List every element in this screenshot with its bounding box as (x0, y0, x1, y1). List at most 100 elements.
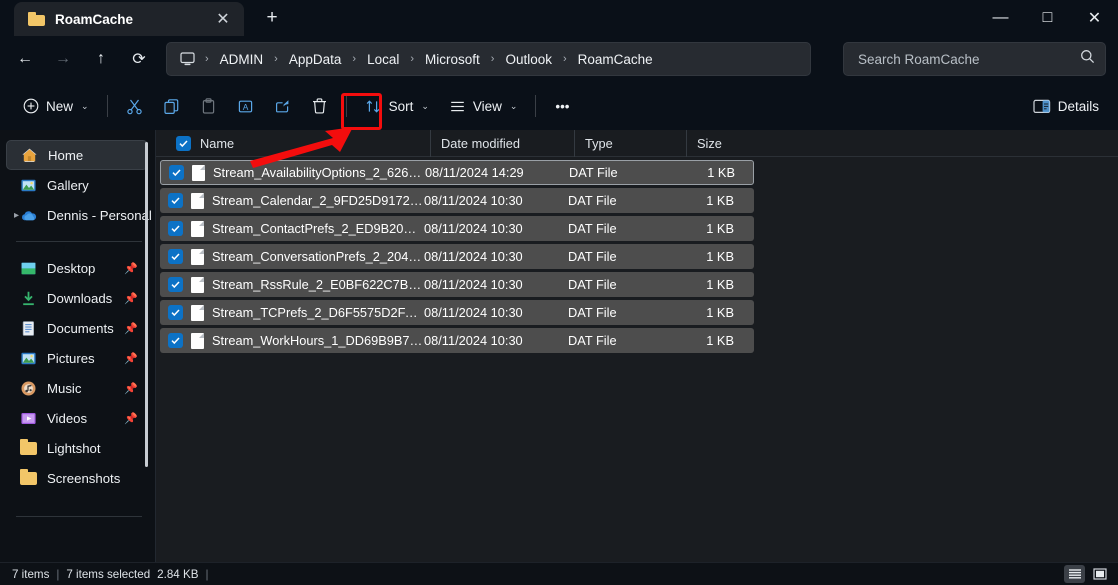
home-icon (21, 147, 38, 164)
column-header-type[interactable]: Type (574, 129, 686, 157)
tab-roamcache[interactable]: RoamCache ✕ (14, 2, 244, 36)
navigation-pane: Home Gallery ▸ Dennis - Personal Desktop… (0, 130, 156, 562)
this-pc-icon[interactable] (177, 52, 197, 66)
toolbar-divider (345, 95, 347, 117)
more-options-button[interactable]: ••• (545, 89, 579, 123)
table-row[interactable]: Stream_AvailabilityOptions_2_6267CC... 0… (160, 160, 754, 185)
maximize-button[interactable]: □ (1024, 0, 1071, 36)
sort-button[interactable]: Sort ⌄ (356, 89, 438, 123)
new-tab-button[interactable]: + (258, 4, 286, 32)
chevron-down-icon[interactable]: ⌄ (421, 101, 429, 112)
dat-file-icon (191, 248, 204, 265)
breadcrumb-item-admin[interactable]: ADMIN (213, 49, 271, 70)
sidebar-item-downloads[interactable]: Downloads 📌 (6, 283, 148, 313)
sidebar-item-screenshots[interactable]: Screenshots (6, 463, 148, 493)
row-checkbox[interactable] (168, 305, 183, 320)
file-type: DAT File (568, 193, 617, 208)
breadcrumb[interactable]: › ADMIN › AppData › Local › Microsoft › … (166, 42, 811, 76)
share-button[interactable] (265, 89, 300, 123)
table-row[interactable]: Stream_WorkHours_1_DD69B9B71F8D... 08/11… (160, 328, 754, 353)
table-row[interactable]: Stream_RssRule_2_E0BF622C7BD75A4F... 08/… (160, 272, 754, 297)
row-checkbox[interactable] (168, 277, 183, 292)
breadcrumb-item-appdata[interactable]: AppData (282, 49, 349, 70)
breadcrumb-item-local[interactable]: Local (360, 49, 406, 70)
details-pane-button[interactable]: Details (1024, 89, 1108, 123)
file-name-cell[interactable]: Stream_Calendar_2_9FD25D917207994... (160, 192, 424, 209)
item-count: 7 items (12, 567, 50, 581)
sort-button-label: Sort (388, 98, 414, 114)
file-name-cell[interactable]: Stream_ContactPrefs_2_ED9B20DAB5E... (160, 220, 424, 237)
sidebar-item-pictures[interactable]: Pictures 📌 (6, 343, 148, 373)
file-name-cell[interactable]: Stream_TCPrefs_2_D6F5575D2FA3374E... (160, 304, 424, 321)
file-name: Stream_AvailabilityOptions_2_6267CC... (213, 165, 425, 180)
pin-icon[interactable]: 📌 (124, 262, 138, 275)
sidebar-divider (16, 241, 142, 242)
pin-icon[interactable]: 📌 (124, 382, 138, 395)
close-tab-icon[interactable]: ✕ (210, 6, 236, 32)
file-list: Name Date modified Type Size Stream_Avai… (156, 129, 1118, 562)
dat-file-icon (191, 304, 204, 321)
new-button[interactable]: New ⌄ (14, 89, 98, 123)
row-checkbox[interactable] (168, 249, 183, 264)
cut-button[interactable] (117, 89, 152, 123)
sidebar-item-onedrive-dennis-personal[interactable]: ▸ Dennis - Personal (6, 200, 152, 230)
breadcrumb-item-outlook[interactable]: Outlook (498, 49, 559, 70)
folder-icon (20, 438, 37, 457)
row-checkbox[interactable] (168, 221, 183, 236)
row-checkbox[interactable] (169, 165, 184, 180)
copy-button[interactable] (154, 89, 189, 123)
column-header-date-modified[interactable]: Date modified (430, 129, 574, 157)
pin-icon[interactable]: 📌 (124, 322, 138, 335)
sidebar-item-documents[interactable]: Documents 📌 (6, 313, 148, 343)
sidebar-item-music[interactable]: Music 📌 (6, 373, 148, 403)
status-bar: 7 items | 7 items selected 2.84 KB | (0, 562, 1118, 585)
large-icons-view-icon[interactable] (1089, 565, 1110, 583)
sidebar-item-desktop[interactable]: Desktop 📌 (6, 253, 148, 283)
up-button[interactable]: ↑ (82, 42, 120, 76)
delete-button[interactable] (302, 89, 337, 123)
pin-icon[interactable]: 📌 (124, 292, 138, 305)
sidebar-item-gallery[interactable]: Gallery (6, 170, 148, 200)
file-name-cell[interactable]: Stream_ConversationPrefs_2_204A301... (160, 248, 424, 265)
chevron-down-icon[interactable]: ⌄ (81, 101, 89, 112)
refresh-button[interactable]: ⟳ (120, 42, 158, 76)
file-name-cell[interactable]: Stream_WorkHours_1_DD69B9B71F8D... (160, 332, 424, 349)
sidebar-item-home[interactable]: Home (6, 140, 148, 170)
table-row[interactable]: Stream_ContactPrefs_2_ED9B20DAB5E... 08/… (160, 216, 754, 241)
file-date: 08/11/2024 10:30 (424, 221, 523, 236)
table-row[interactable]: Stream_TCPrefs_2_D6F5575D2FA3374E... 08/… (160, 300, 754, 325)
breadcrumb-item-microsoft[interactable]: Microsoft (418, 49, 487, 70)
details-view-icon[interactable] (1064, 565, 1085, 583)
table-row[interactable]: Stream_ConversationPrefs_2_204A301... 08… (160, 244, 754, 269)
toolbar-divider (106, 95, 108, 117)
back-button[interactable]: ← (6, 42, 44, 76)
svg-text:A: A (242, 102, 248, 112)
pin-icon[interactable]: 📌 (124, 352, 138, 365)
chevron-down-icon[interactable]: ⌄ (510, 101, 518, 112)
file-name-cell[interactable]: Stream_RssRule_2_E0BF622C7BD75A4F... (160, 276, 424, 293)
view-button[interactable]: View ⌄ (440, 89, 527, 123)
close-window-button[interactable]: ✕ (1071, 0, 1118, 36)
file-type: DAT File (568, 221, 617, 236)
search-box[interactable] (843, 42, 1106, 76)
sidebar-item-videos[interactable]: Videos 📌 (6, 403, 148, 433)
search-icon[interactable] (1080, 49, 1095, 69)
select-all-checkbox[interactable] (176, 135, 191, 151)
chevron-right-icon[interactable]: ▸ (14, 210, 19, 221)
column-header-name[interactable]: Name (166, 130, 430, 157)
minimize-button[interactable]: — (977, 0, 1024, 36)
file-name-cell[interactable]: Stream_AvailabilityOptions_2_6267CC... (161, 164, 425, 181)
file-rows: Stream_AvailabilityOptions_2_6267CC... 0… (156, 157, 1118, 353)
sidebar-item-lightshot[interactable]: Lightshot (6, 433, 148, 463)
column-header-size[interactable]: Size (686, 129, 768, 157)
dat-file-icon (192, 164, 205, 181)
rename-button[interactable]: A (228, 89, 263, 123)
search-input[interactable] (858, 51, 1080, 67)
sidebar-scrollbar[interactable] (145, 142, 148, 467)
row-checkbox[interactable] (168, 333, 183, 348)
pin-icon[interactable]: 📌 (124, 412, 138, 425)
table-row[interactable]: Stream_Calendar_2_9FD25D917207994... 08/… (160, 188, 754, 213)
breadcrumb-separator: › (562, 53, 567, 65)
breadcrumb-item-roamcache[interactable]: RoamCache (571, 49, 660, 70)
row-checkbox[interactable] (168, 193, 183, 208)
